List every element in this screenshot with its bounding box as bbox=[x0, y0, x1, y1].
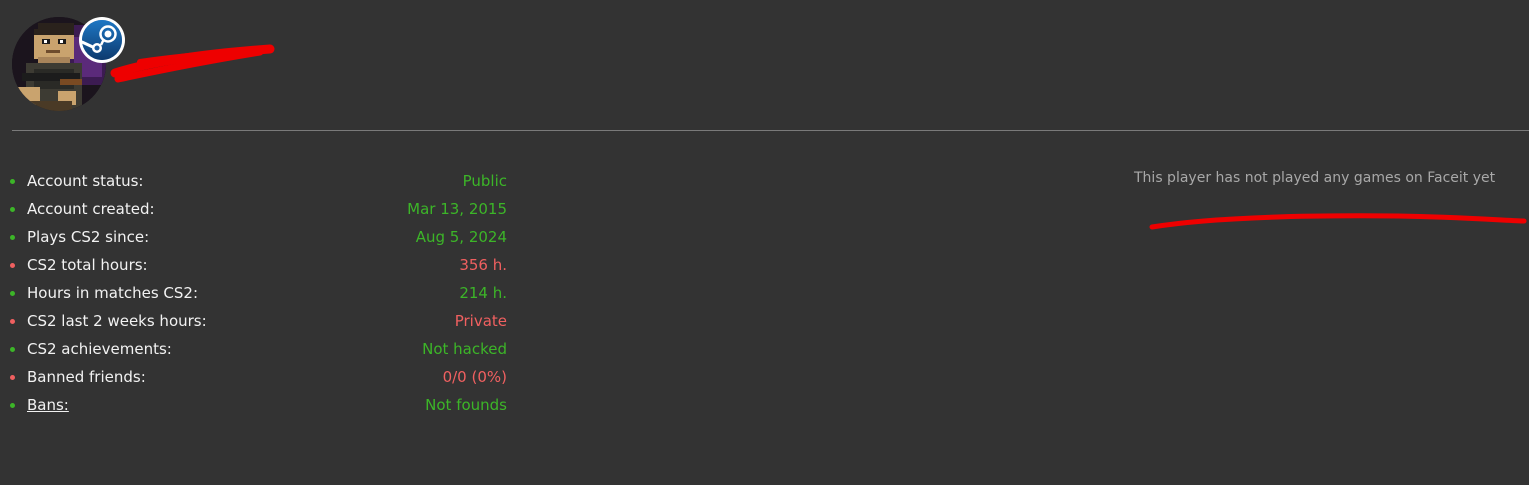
stat-value: Public bbox=[462, 172, 507, 190]
stat-label: CS2 achievements: bbox=[27, 340, 172, 358]
stat-row-two-weeks-hours: CS2 last 2 weeks hours: Private bbox=[10, 307, 510, 335]
profile-header bbox=[12, 17, 125, 111]
account-stats-list: Account status: Public Account created: … bbox=[10, 167, 510, 419]
status-dot bbox=[10, 235, 15, 240]
stat-value: Mar 13, 2015 bbox=[407, 200, 507, 218]
status-dot bbox=[10, 179, 15, 184]
stat-value: 356 h. bbox=[459, 256, 507, 274]
faceit-empty-message: This player has not played any games on … bbox=[1134, 170, 1496, 186]
stat-row-total-hours: CS2 total hours: 356 h. bbox=[10, 251, 510, 279]
stat-value: Aug 5, 2024 bbox=[415, 228, 507, 246]
status-dot bbox=[10, 375, 15, 380]
status-dot bbox=[10, 319, 15, 324]
redacted-username bbox=[110, 44, 275, 83]
bans-link[interactable]: Bans: bbox=[27, 391, 69, 419]
stat-row-plays-since: Plays CS2 since: Aug 5, 2024 bbox=[10, 223, 510, 251]
stat-value: 214 h. bbox=[459, 284, 507, 302]
stat-row-account-status: Account status: Public bbox=[10, 167, 510, 195]
redaction-mark bbox=[1149, 213, 1527, 230]
status-dot bbox=[10, 207, 15, 212]
stat-row-bans: Bans: Not founds bbox=[10, 391, 510, 419]
player-profile-page: Account status: Public Account created: … bbox=[0, 0, 1529, 485]
header-divider bbox=[12, 130, 1529, 131]
stat-label: Account created: bbox=[27, 200, 155, 218]
stat-value: Not hacked bbox=[422, 340, 507, 358]
stat-label: CS2 total hours: bbox=[27, 256, 148, 274]
status-dot bbox=[10, 263, 15, 268]
stat-label: Hours in matches CS2: bbox=[27, 284, 198, 302]
stat-label: CS2 last 2 weeks hours: bbox=[27, 312, 207, 330]
status-dot bbox=[10, 291, 15, 296]
stat-value: Not founds bbox=[425, 396, 507, 414]
status-dot bbox=[10, 347, 15, 352]
stat-row-banned-friends: Banned friends: 0/0 (0%) bbox=[10, 363, 510, 391]
stat-label: Plays CS2 since: bbox=[27, 228, 150, 246]
stat-row-match-hours: Hours in matches CS2: 214 h. bbox=[10, 279, 510, 307]
stat-label: Banned friends: bbox=[27, 368, 146, 386]
stat-value: 0/0 (0%) bbox=[442, 368, 507, 386]
stat-value: Private bbox=[454, 312, 507, 330]
status-dot bbox=[10, 403, 15, 408]
stat-label: Account status: bbox=[27, 172, 144, 190]
stat-row-achievements: CS2 achievements: Not hacked bbox=[10, 335, 510, 363]
stat-row-account-created: Account created: Mar 13, 2015 bbox=[10, 195, 510, 223]
